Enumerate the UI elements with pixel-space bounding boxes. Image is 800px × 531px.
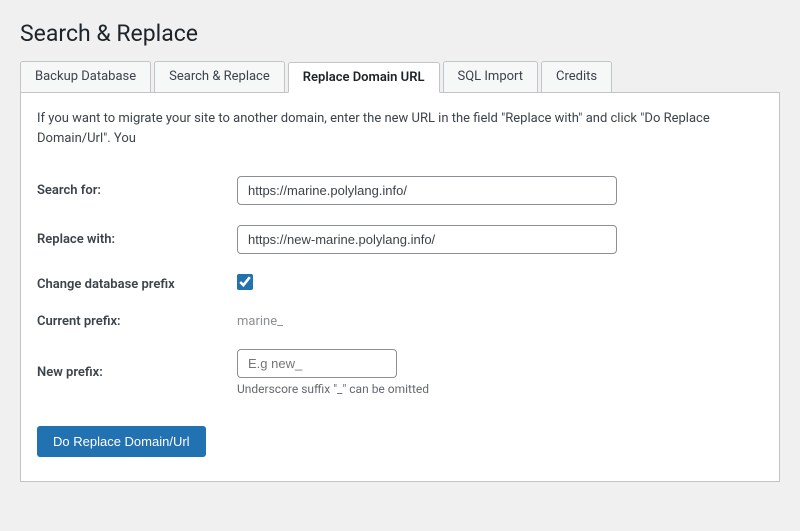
tab-sql-import[interactable]: SQL Import — [443, 61, 539, 92]
info-text: If you want to migrate your site to anot… — [37, 109, 763, 148]
change-prefix-cell — [237, 264, 763, 304]
tab-backup-database[interactable]: Backup Database — [20, 61, 151, 92]
current-prefix-label: Current prefix: — [37, 304, 237, 339]
search-for-label: Search for: — [37, 166, 237, 215]
change-prefix-checkbox[interactable] — [237, 274, 253, 290]
hint-text: Underscore suffix "_" can be omitted — [237, 382, 763, 396]
new-prefix-row: New prefix: Underscore suffix "_" can be… — [37, 339, 763, 406]
search-for-row: Search for: — [37, 166, 763, 215]
page-title: Search & Replace — [20, 20, 780, 47]
change-prefix-label: Change database prefix — [37, 264, 237, 304]
search-for-input[interactable] — [237, 176, 617, 205]
content-area: If you want to migrate your site to anot… — [20, 93, 780, 482]
new-prefix-cell: Underscore suffix "_" can be omitted — [237, 339, 763, 406]
replace-with-label: Replace with: — [37, 215, 237, 264]
tab-credits[interactable]: Credits — [541, 61, 612, 92]
new-prefix-label: New prefix: — [37, 339, 237, 406]
new-prefix-input[interactable] — [237, 349, 397, 378]
replace-with-input[interactable] — [237, 225, 617, 254]
tab-search-replace[interactable]: Search & Replace — [154, 61, 285, 92]
tab-bar: Backup Database Search & Replace Replace… — [20, 61, 780, 93]
current-prefix-row: Current prefix: marine_ — [37, 304, 763, 339]
change-prefix-row: Change database prefix — [37, 264, 763, 304]
current-prefix-value: marine_ — [237, 304, 763, 339]
replace-with-cell — [237, 215, 763, 264]
replace-with-row: Replace with: — [37, 215, 763, 264]
form-table: Search for: Replace with: Change databas… — [37, 166, 763, 406]
search-for-cell — [237, 166, 763, 215]
tab-replace-domain-url[interactable]: Replace Domain URL — [288, 62, 440, 93]
do-replace-button[interactable]: Do Replace Domain/Url — [37, 426, 206, 457]
